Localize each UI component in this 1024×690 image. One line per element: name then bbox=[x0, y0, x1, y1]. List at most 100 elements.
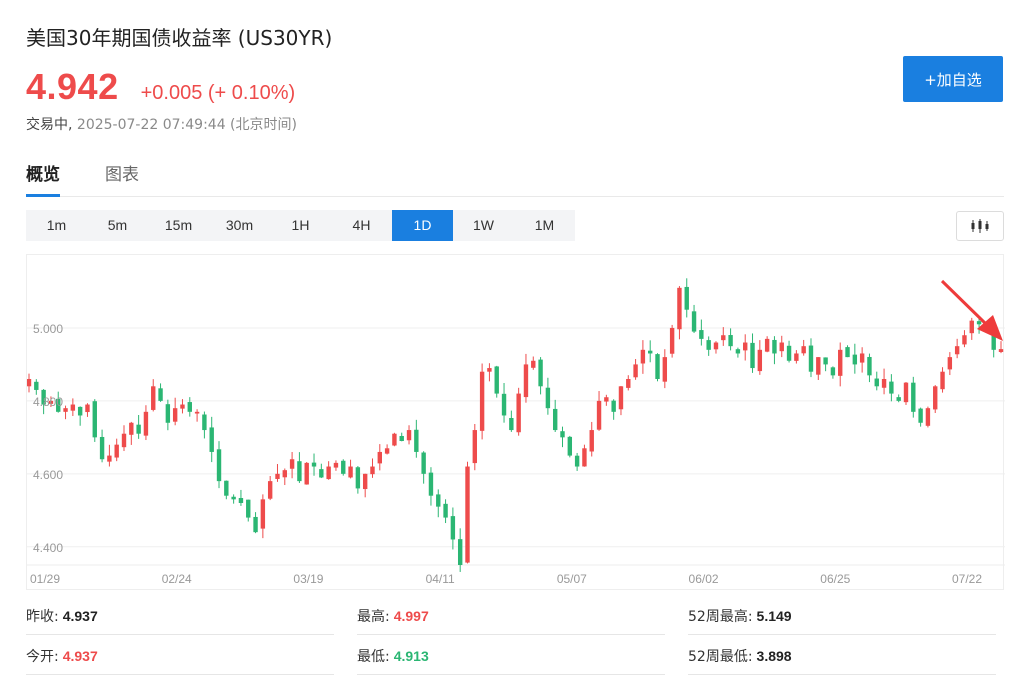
tab-chart[interactable]: 图表 bbox=[105, 160, 139, 195]
candle-body bbox=[845, 347, 850, 358]
y-tick-label: 4.800 bbox=[33, 395, 63, 409]
period-1mo[interactable]: 1M bbox=[514, 210, 575, 241]
stat-prev-close: 昨收: 4.937 bbox=[26, 600, 334, 635]
candle-body bbox=[538, 359, 543, 387]
period-1w[interactable]: 1W bbox=[453, 210, 514, 241]
candle-body bbox=[457, 539, 463, 565]
candle-body bbox=[911, 382, 916, 412]
candle-body bbox=[626, 379, 631, 388]
candle-body bbox=[428, 472, 434, 496]
candle-body bbox=[465, 466, 470, 563]
candle-body bbox=[655, 354, 660, 379]
candle-body bbox=[618, 386, 624, 410]
candle-body bbox=[209, 427, 214, 452]
candle-body bbox=[728, 335, 733, 347]
candle-body bbox=[27, 379, 32, 387]
quote-timestamp: 2025-07-22 07:49:44 (北京时间) bbox=[76, 117, 297, 133]
candle-body bbox=[341, 460, 346, 474]
last-price: 4.942 bbox=[26, 66, 119, 107]
candle-body bbox=[743, 342, 748, 351]
candle-body bbox=[216, 449, 222, 482]
candle-body bbox=[918, 408, 923, 423]
candle-body bbox=[611, 400, 616, 412]
x-tick-label: 05/07 bbox=[557, 572, 587, 586]
candle-body bbox=[414, 429, 419, 452]
candle-body bbox=[998, 349, 1004, 353]
candle-body bbox=[662, 357, 668, 382]
candle-body bbox=[560, 431, 565, 438]
period-1d[interactable]: 1D bbox=[392, 210, 453, 241]
candle-body bbox=[859, 353, 865, 363]
candle-body bbox=[311, 462, 317, 467]
candle-body bbox=[289, 459, 295, 469]
candle-body bbox=[99, 436, 105, 460]
x-axis-labels: 01/29 02/24 03/19 04/11 05/07 06/02 06/25 07/22 bbox=[30, 572, 982, 586]
candle-body bbox=[699, 330, 704, 339]
candle-body bbox=[582, 448, 587, 467]
price-chart[interactable]: 4.400 4.600 4.800 5.000 01/29 02/24 03/19 04/1… bbox=[26, 254, 1005, 590]
candle-body bbox=[669, 327, 675, 354]
candle-body bbox=[158, 388, 163, 401]
candle-body bbox=[713, 342, 719, 350]
candle-body bbox=[786, 345, 792, 361]
candle-body bbox=[253, 516, 258, 533]
candle-body bbox=[838, 349, 843, 376]
x-tick-label: 06/02 bbox=[689, 572, 719, 586]
candle-body bbox=[421, 452, 426, 474]
candle-body bbox=[823, 357, 828, 365]
x-tick-label: 07/22 bbox=[952, 572, 982, 586]
candle-body bbox=[107, 455, 112, 462]
period-30m[interactable]: 30m bbox=[209, 210, 270, 241]
add-watchlist-button[interactable]: +加自选 bbox=[903, 56, 1003, 102]
candle-body bbox=[794, 353, 799, 361]
candle-body bbox=[282, 470, 287, 478]
candle-body bbox=[443, 503, 448, 518]
candle-body bbox=[764, 338, 770, 352]
tab-overview[interactable]: 概览 bbox=[26, 160, 60, 197]
candle-body bbox=[246, 499, 251, 518]
period-1m[interactable]: 1m bbox=[26, 210, 87, 241]
x-tick-label: 02/24 bbox=[162, 572, 192, 586]
candlestick-chart: 4.400 4.600 4.800 5.000 01/29 02/24 03/19 04/1… bbox=[27, 278, 1005, 586]
y-tick-label: 4.600 bbox=[33, 468, 63, 482]
candle-body bbox=[114, 444, 119, 458]
candle-body bbox=[143, 411, 149, 436]
candle-body bbox=[129, 422, 134, 435]
stat-high: 最高: 4.997 bbox=[357, 600, 665, 635]
candle-body bbox=[34, 381, 39, 390]
candle-body bbox=[969, 320, 974, 334]
candle-body bbox=[552, 408, 558, 431]
candle-body bbox=[384, 448, 390, 454]
arrow-shaft bbox=[940, 279, 989, 327]
period-15m[interactable]: 15m bbox=[148, 210, 209, 241]
candle-body bbox=[589, 430, 594, 452]
chart-candles bbox=[27, 278, 1004, 572]
candle-body bbox=[976, 321, 982, 325]
candle-body bbox=[151, 386, 156, 410]
candle-body bbox=[735, 349, 741, 354]
candle-body bbox=[808, 345, 814, 372]
candle-body bbox=[816, 357, 821, 375]
candle-body bbox=[370, 466, 375, 475]
candle-body bbox=[70, 404, 76, 411]
candle-body bbox=[706, 340, 711, 350]
candle-body bbox=[896, 397, 901, 401]
period-5m[interactable]: 5m bbox=[87, 210, 148, 241]
candle-body bbox=[436, 494, 441, 507]
candle-body bbox=[297, 461, 302, 482]
candle-body bbox=[92, 401, 97, 438]
candle-body bbox=[648, 350, 653, 354]
period-4h[interactable]: 4H bbox=[331, 210, 392, 241]
chart-type-toggle[interactable] bbox=[956, 211, 1004, 241]
candle-body bbox=[224, 480, 229, 496]
y-tick-label: 5.000 bbox=[33, 322, 63, 336]
candle-body bbox=[545, 387, 551, 409]
candle-body bbox=[377, 451, 382, 464]
status-label: 交易中, bbox=[26, 117, 73, 133]
period-1h[interactable]: 1H bbox=[270, 210, 331, 241]
stat-52w-low: 52周最低: 3.898 bbox=[688, 640, 996, 675]
candle-body bbox=[933, 386, 938, 410]
candle-body bbox=[925, 408, 931, 426]
candle-body bbox=[677, 287, 682, 330]
candle-body bbox=[121, 433, 127, 448]
